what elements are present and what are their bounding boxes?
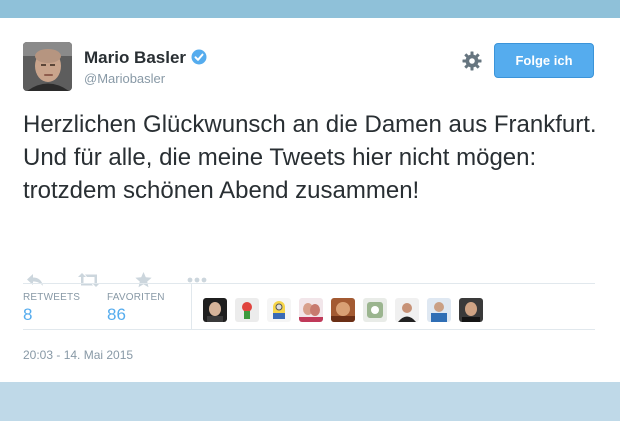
verified-badge-icon bbox=[191, 49, 207, 65]
retweet-icon[interactable] bbox=[76, 270, 102, 290]
profile-avatar[interactable] bbox=[23, 42, 72, 91]
favorites-count[interactable]: 86 bbox=[107, 305, 165, 325]
more-dots-icon[interactable] bbox=[184, 270, 210, 290]
display-name[interactable]: Mario Basler bbox=[84, 48, 207, 68]
top-band bbox=[0, 0, 620, 18]
star-icon[interactable] bbox=[132, 270, 154, 290]
favorites-stat[interactable]: FAVORITEN 86 bbox=[107, 292, 165, 325]
favoriter-avatar[interactable] bbox=[427, 298, 451, 322]
favoriter-avatar[interactable] bbox=[299, 298, 323, 322]
retweets-label: RETWEETS bbox=[23, 292, 81, 303]
tweet-text: Herzlichen Glückwunsch an die Damen aus … bbox=[23, 111, 597, 204]
retweets-stat[interactable]: RETWEETS 8 bbox=[23, 292, 80, 325]
reply-icon[interactable] bbox=[24, 270, 46, 290]
follow-button[interactable]: Folge ich bbox=[494, 43, 594, 78]
favoriter-avatar[interactable] bbox=[395, 298, 419, 322]
stats-divider-top bbox=[23, 283, 595, 284]
stats-divider-bottom bbox=[23, 329, 595, 330]
favoriter-avatar[interactable] bbox=[203, 298, 227, 322]
tweet-actions bbox=[24, 270, 224, 292]
user-handle[interactable]: @Mariobasler bbox=[84, 71, 165, 86]
stats-separator bbox=[191, 283, 192, 329]
tweet-card: Mario Basler @Mariobasler Folge ich Herz… bbox=[0, 18, 620, 382]
favoriter-avatar[interactable] bbox=[235, 298, 259, 322]
gear-icon[interactable] bbox=[462, 51, 482, 71]
retweets-count[interactable]: 8 bbox=[23, 305, 80, 325]
bottom-band bbox=[0, 382, 620, 421]
favoriter-avatar[interactable] bbox=[459, 298, 483, 322]
favorites-label: FAVORITEN bbox=[107, 292, 165, 303]
display-name-text[interactable]: Mario Basler bbox=[84, 48, 186, 67]
favoriter-avatar[interactable] bbox=[267, 298, 291, 322]
favoriter-avatar[interactable] bbox=[331, 298, 355, 322]
tweet-timestamp[interactable]: 20:03 - 14. Mai 2015 bbox=[23, 348, 133, 362]
favoriter-avatar[interactable] bbox=[363, 298, 387, 322]
